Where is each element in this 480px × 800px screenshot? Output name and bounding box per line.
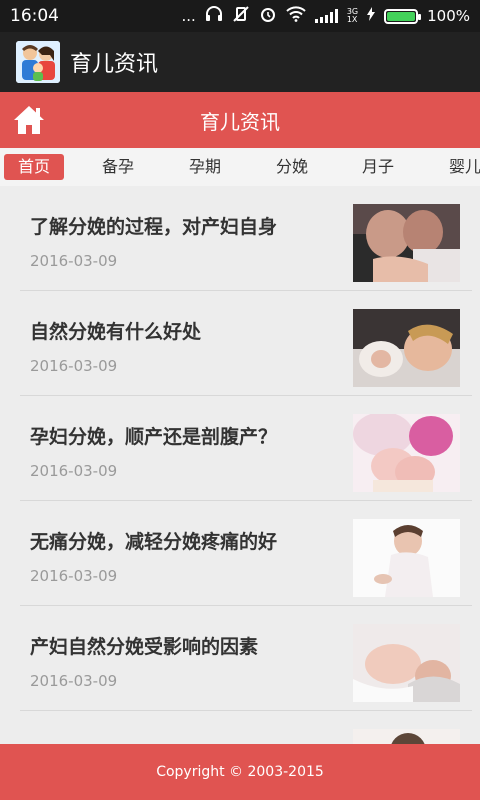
battery-percent: 100% [427,7,470,25]
status-time: 16:04 [10,6,59,26]
status-bar: 16:04 ... 3G 1X 100% [0,0,480,32]
article-title: 孕妇分娩，顺产还是剖腹产？ [30,426,278,448]
tab-pregnancy[interactable]: 孕期 [189,154,221,180]
tab-pre-pregnancy[interactable]: 备孕 [102,154,134,180]
article-thumbnail [353,729,460,744]
list-item[interactable]: 无痛分娩，减轻分娩疼痛的好 2016-03-09 [20,501,472,606]
article-thumbnail [353,204,460,282]
app-title: 育儿资讯 [70,52,159,77]
home-icon[interactable] [12,104,46,136]
list-item[interactable]: 产妇自然分娩受影响的因素 2016-03-09 [20,606,472,711]
article-thumbnail [353,414,460,492]
list-item[interactable]: 了解分娩的过程，对产妇自身 2016-03-09 [20,186,472,291]
wifi-icon [286,6,306,26]
list-item[interactable]: 孕妇分娩，顺产还是剖腹产？ 2016-03-09 [20,396,472,501]
article-thumbnail [353,309,460,387]
article-title: 产妇自然分娩受影响的因素 [30,636,259,658]
list-item[interactable]: 自然分娩有什么好处 2016-03-09 [20,291,472,396]
headset-icon [205,6,223,26]
app-logo-icon [16,41,60,83]
copyright-text: Copyright © 2003-2015 [156,764,324,780]
article-date: 2016-03-09 [30,357,118,375]
category-tabs: 首页 备孕 孕期 分娩 月子 婴儿 [0,148,480,186]
footer: Copyright © 2003-2015 [0,744,480,800]
article-thumbnail [353,519,460,597]
list-item[interactable] [20,711,472,744]
page-title: 育儿资讯 [200,109,280,134]
article-title: 无痛分娩，减轻分娩疼痛的好 [30,531,278,553]
article-date: 2016-03-09 [30,567,118,585]
charging-icon [367,7,376,25]
network-type: 3G 1X [346,7,359,24]
article-thumbnail [353,624,460,702]
vibrate-off-icon [232,6,250,26]
notification-dots: ... [181,7,196,25]
page-header: 育儿资讯 [0,92,480,148]
article-date: 2016-03-09 [30,672,118,690]
article-list: 了解分娩的过程，对产妇自身 2016-03-09 自然分娩有什么好处 2016-… [0,186,480,744]
tab-infant[interactable]: 婴儿 [449,154,480,180]
alarm-icon [259,6,277,26]
article-title: 自然分娩有什么好处 [30,321,202,343]
article-date: 2016-03-09 [30,462,118,480]
article-title: 了解分娩的过程，对产妇自身 [30,216,278,238]
signal-icon [314,9,338,23]
tab-postpartum[interactable]: 月子 [362,154,394,180]
tab-home[interactable]: 首页 [4,154,65,180]
battery-icon [384,8,422,24]
battery-fill [387,11,416,21]
app-bar: 育儿资讯 [0,32,480,92]
tab-childbirth[interactable]: 分娩 [276,154,308,180]
article-date: 2016-03-09 [30,252,118,270]
